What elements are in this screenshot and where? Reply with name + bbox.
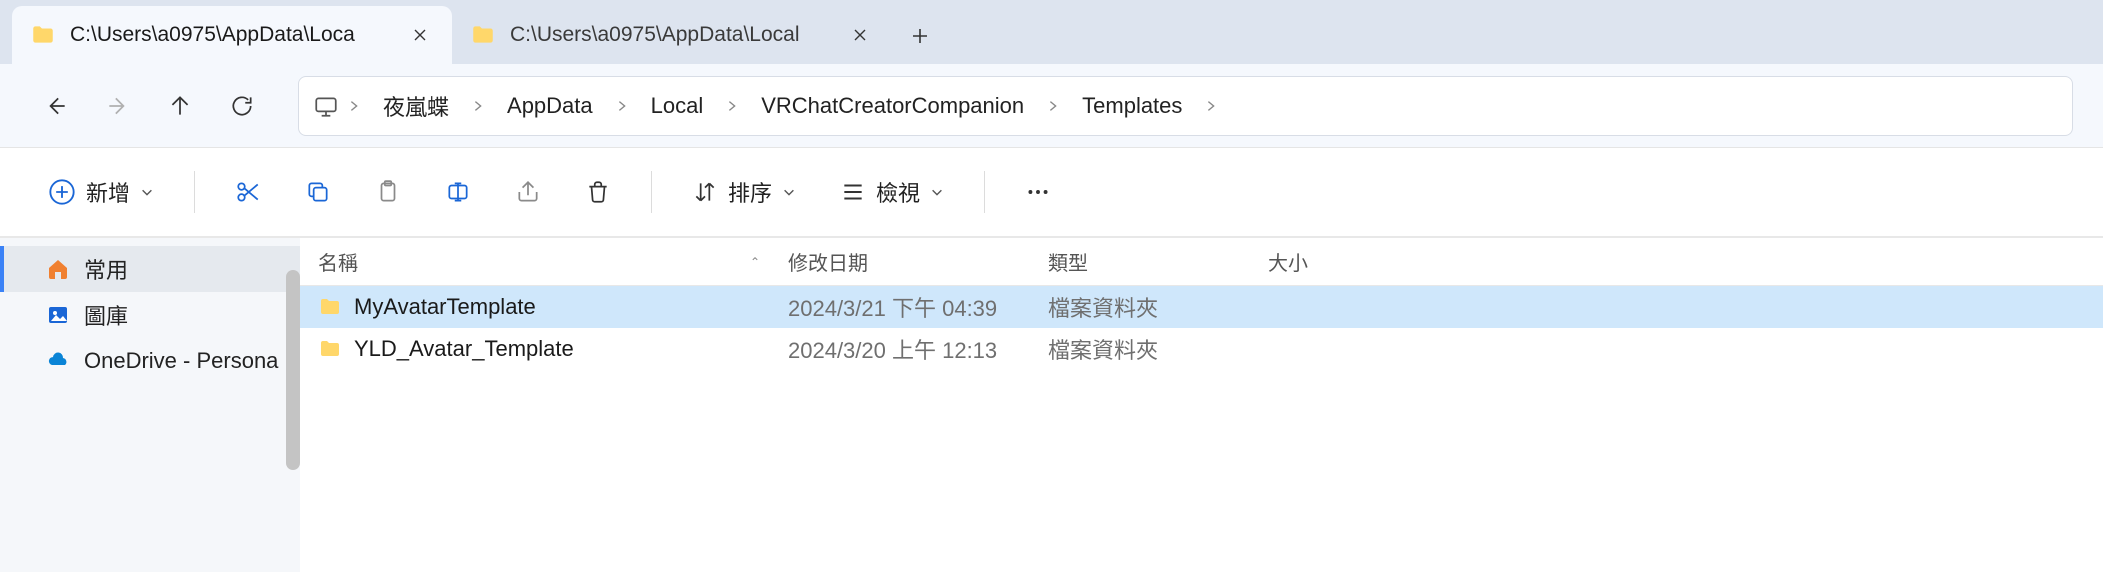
- file-type: 檔案資料夾: [1040, 333, 1260, 365]
- ellipsis-icon: [1025, 179, 1051, 205]
- close-icon: [412, 27, 428, 43]
- arrow-right-icon: [105, 93, 131, 119]
- sidebar-item-label: OneDrive - Persona: [84, 348, 278, 374]
- toolbar: 新增 排序 檢視: [0, 148, 2103, 238]
- separator: [984, 171, 985, 213]
- close-icon: [852, 27, 868, 43]
- cut-button[interactable]: [217, 165, 279, 219]
- file-row[interactable]: YLD_Avatar_Template 2024/3/20 上午 12:13 檔…: [300, 328, 2103, 370]
- column-type-label: 類型: [1048, 253, 1088, 275]
- trash-icon: [585, 179, 611, 205]
- chevron-down-icon: [140, 185, 154, 199]
- close-tab-button[interactable]: [406, 21, 434, 49]
- chevron-right-icon[interactable]: [1204, 99, 1218, 113]
- sort-button[interactable]: 排序: [674, 165, 814, 219]
- breadcrumb-item[interactable]: VRChatCreatorCompanion: [747, 87, 1038, 125]
- column-size-label: 大小: [1268, 253, 1308, 275]
- sidebar-item-onedrive[interactable]: OneDrive - Persona: [0, 338, 300, 384]
- column-date-label: 修改日期: [788, 253, 868, 275]
- breadcrumb-item[interactable]: Templates: [1068, 87, 1196, 125]
- pc-icon: [313, 93, 339, 119]
- plus-circle-icon: [48, 178, 76, 206]
- chevron-down-icon: [782, 185, 796, 199]
- column-headers: 名稱 ⌃ 修改日期 類型 大小: [300, 238, 2103, 286]
- more-button[interactable]: [1007, 165, 1069, 219]
- tab-active[interactable]: C:\Users\a0975\AppData\Loca: [12, 6, 452, 64]
- rename-icon: [445, 179, 471, 205]
- gallery-icon: [46, 303, 70, 327]
- nav-bar: 夜嵐蝶 AppData Local VRChatCreatorCompanion…: [0, 64, 2103, 148]
- refresh-icon: [229, 93, 255, 119]
- chevron-down-icon: [930, 185, 944, 199]
- sidebar: 常用 圖庫 OneDrive - Persona: [0, 238, 300, 572]
- back-button[interactable]: [30, 80, 82, 132]
- file-date: 2024/3/21 下午 04:39: [780, 291, 1040, 323]
- tab-title: C:\Users\a0975\AppData\Loca: [70, 23, 392, 47]
- new-label: 新增: [86, 176, 130, 208]
- paste-button[interactable]: [357, 165, 419, 219]
- content-area: 常用 圖庫 OneDrive - Persona 名稱 ⌃ 修改日期 類型 大小…: [0, 238, 2103, 572]
- sort-label: 排序: [728, 176, 772, 208]
- tab-bar: C:\Users\a0975\AppData\Loca C:\Users\a09…: [0, 0, 2103, 64]
- delete-button[interactable]: [567, 165, 629, 219]
- breadcrumb-item[interactable]: 夜嵐蝶: [369, 84, 463, 128]
- sidebar-item-home[interactable]: 常用: [0, 246, 300, 292]
- share-button[interactable]: [497, 165, 559, 219]
- folder-icon: [30, 22, 56, 48]
- refresh-button[interactable]: [216, 80, 268, 132]
- chevron-right-icon[interactable]: [725, 99, 739, 113]
- close-tab-button[interactable]: [846, 21, 874, 49]
- scissors-icon: [235, 179, 261, 205]
- arrow-left-icon: [43, 93, 69, 119]
- column-size[interactable]: 大小: [1260, 247, 1400, 276]
- forward-button[interactable]: [92, 80, 144, 132]
- breadcrumb-item[interactable]: Local: [637, 87, 718, 125]
- sort-asc-icon: ⌃: [750, 255, 760, 269]
- file-list: 名稱 ⌃ 修改日期 類型 大小 MyAvatarTemplate 2024/3/…: [300, 238, 2103, 572]
- folder-icon: [318, 337, 342, 361]
- rename-button[interactable]: [427, 165, 489, 219]
- separator: [651, 171, 652, 213]
- column-date[interactable]: 修改日期: [780, 247, 1040, 276]
- new-tab-button[interactable]: [892, 8, 948, 64]
- view-button[interactable]: 檢視: [822, 165, 962, 219]
- folder-icon: [470, 22, 496, 48]
- file-type: 檔案資料夾: [1040, 291, 1260, 323]
- sidebar-item-label: 圖庫: [84, 299, 128, 331]
- chevron-right-icon[interactable]: [347, 99, 361, 113]
- file-row[interactable]: MyAvatarTemplate 2024/3/21 下午 04:39 檔案資料…: [300, 286, 2103, 328]
- sidebar-item-label: 常用: [84, 253, 128, 285]
- home-icon: [46, 257, 70, 281]
- file-name: YLD_Avatar_Template: [354, 336, 574, 362]
- clipboard-icon: [375, 179, 401, 205]
- breadcrumb-bar[interactable]: 夜嵐蝶 AppData Local VRChatCreatorCompanion…: [298, 76, 2073, 136]
- chevron-right-icon[interactable]: [471, 99, 485, 113]
- sidebar-scrollbar[interactable]: [286, 270, 300, 470]
- column-type[interactable]: 類型: [1040, 247, 1260, 276]
- separator: [194, 171, 195, 213]
- file-date: 2024/3/20 上午 12:13: [780, 333, 1040, 365]
- new-button[interactable]: 新增: [30, 165, 172, 219]
- view-icon: [840, 179, 866, 205]
- tab-title: C:\Users\a0975\AppData\Local: [510, 23, 832, 47]
- file-name: MyAvatarTemplate: [354, 294, 536, 320]
- breadcrumb-item[interactable]: AppData: [493, 87, 607, 125]
- plus-icon: [910, 26, 930, 46]
- onedrive-icon: [46, 349, 70, 373]
- sidebar-item-gallery[interactable]: 圖庫: [0, 292, 300, 338]
- folder-icon: [318, 295, 342, 319]
- sort-icon: [692, 179, 718, 205]
- chevron-right-icon[interactable]: [1046, 99, 1060, 113]
- view-label: 檢視: [876, 176, 920, 208]
- copy-button[interactable]: [287, 165, 349, 219]
- arrow-up-icon: [167, 93, 193, 119]
- share-icon: [515, 179, 541, 205]
- column-name[interactable]: 名稱 ⌃: [300, 247, 780, 276]
- tab-inactive[interactable]: C:\Users\a0975\AppData\Local: [452, 6, 892, 64]
- column-name-label: 名稱: [318, 247, 358, 276]
- up-button[interactable]: [154, 80, 206, 132]
- copy-icon: [305, 179, 331, 205]
- chevron-right-icon[interactable]: [615, 99, 629, 113]
